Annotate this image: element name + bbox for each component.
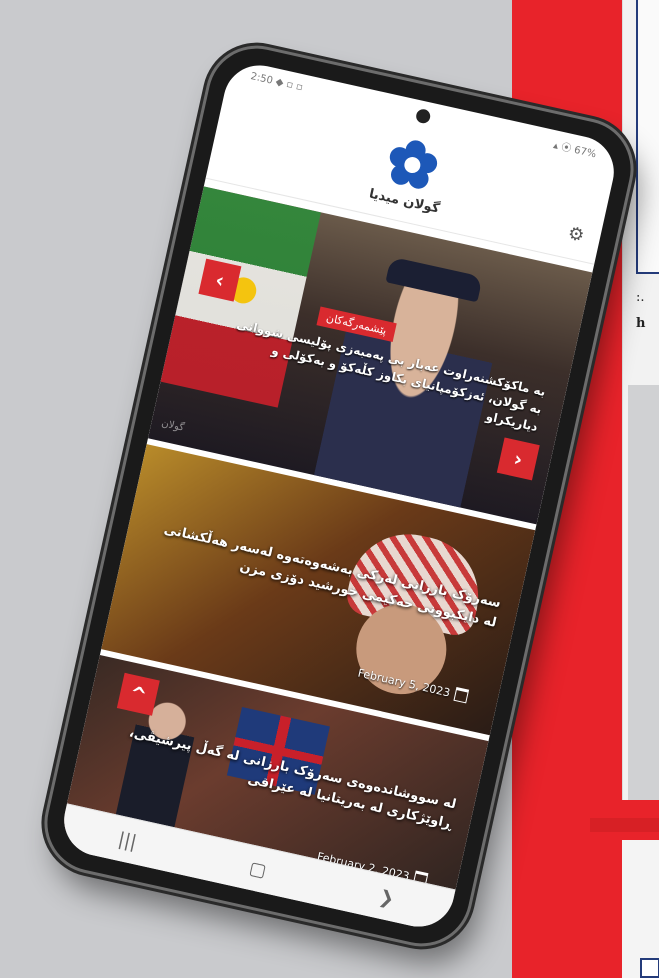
flower-logo-icon[interactable]	[381, 134, 443, 196]
background-small-box	[640, 958, 659, 978]
gear-icon[interactable]: ⚙	[566, 223, 586, 247]
scroll-top-button[interactable]: ^	[116, 672, 160, 716]
slider-next-button[interactable]: ›	[496, 437, 540, 481]
background-text-1: :.	[636, 290, 645, 305]
background-red-bar	[590, 818, 659, 832]
background-text-2: h	[636, 316, 646, 331]
home-icon[interactable]: ▢	[247, 857, 268, 881]
recent-apps-icon[interactable]: |||	[116, 828, 138, 852]
background-grey-box	[628, 385, 659, 800]
slide-watermark: گولان	[160, 417, 186, 434]
back-icon[interactable]: ❯	[377, 886, 396, 910]
calendar-icon	[453, 686, 470, 704]
status-left: 2:50 ◆ ▫ ▫	[249, 70, 305, 93]
slider-prev-button[interactable]: ‹	[198, 258, 242, 302]
status-right: ▴ ⦿ 67%	[552, 139, 598, 160]
background-framed-box	[636, 0, 659, 274]
